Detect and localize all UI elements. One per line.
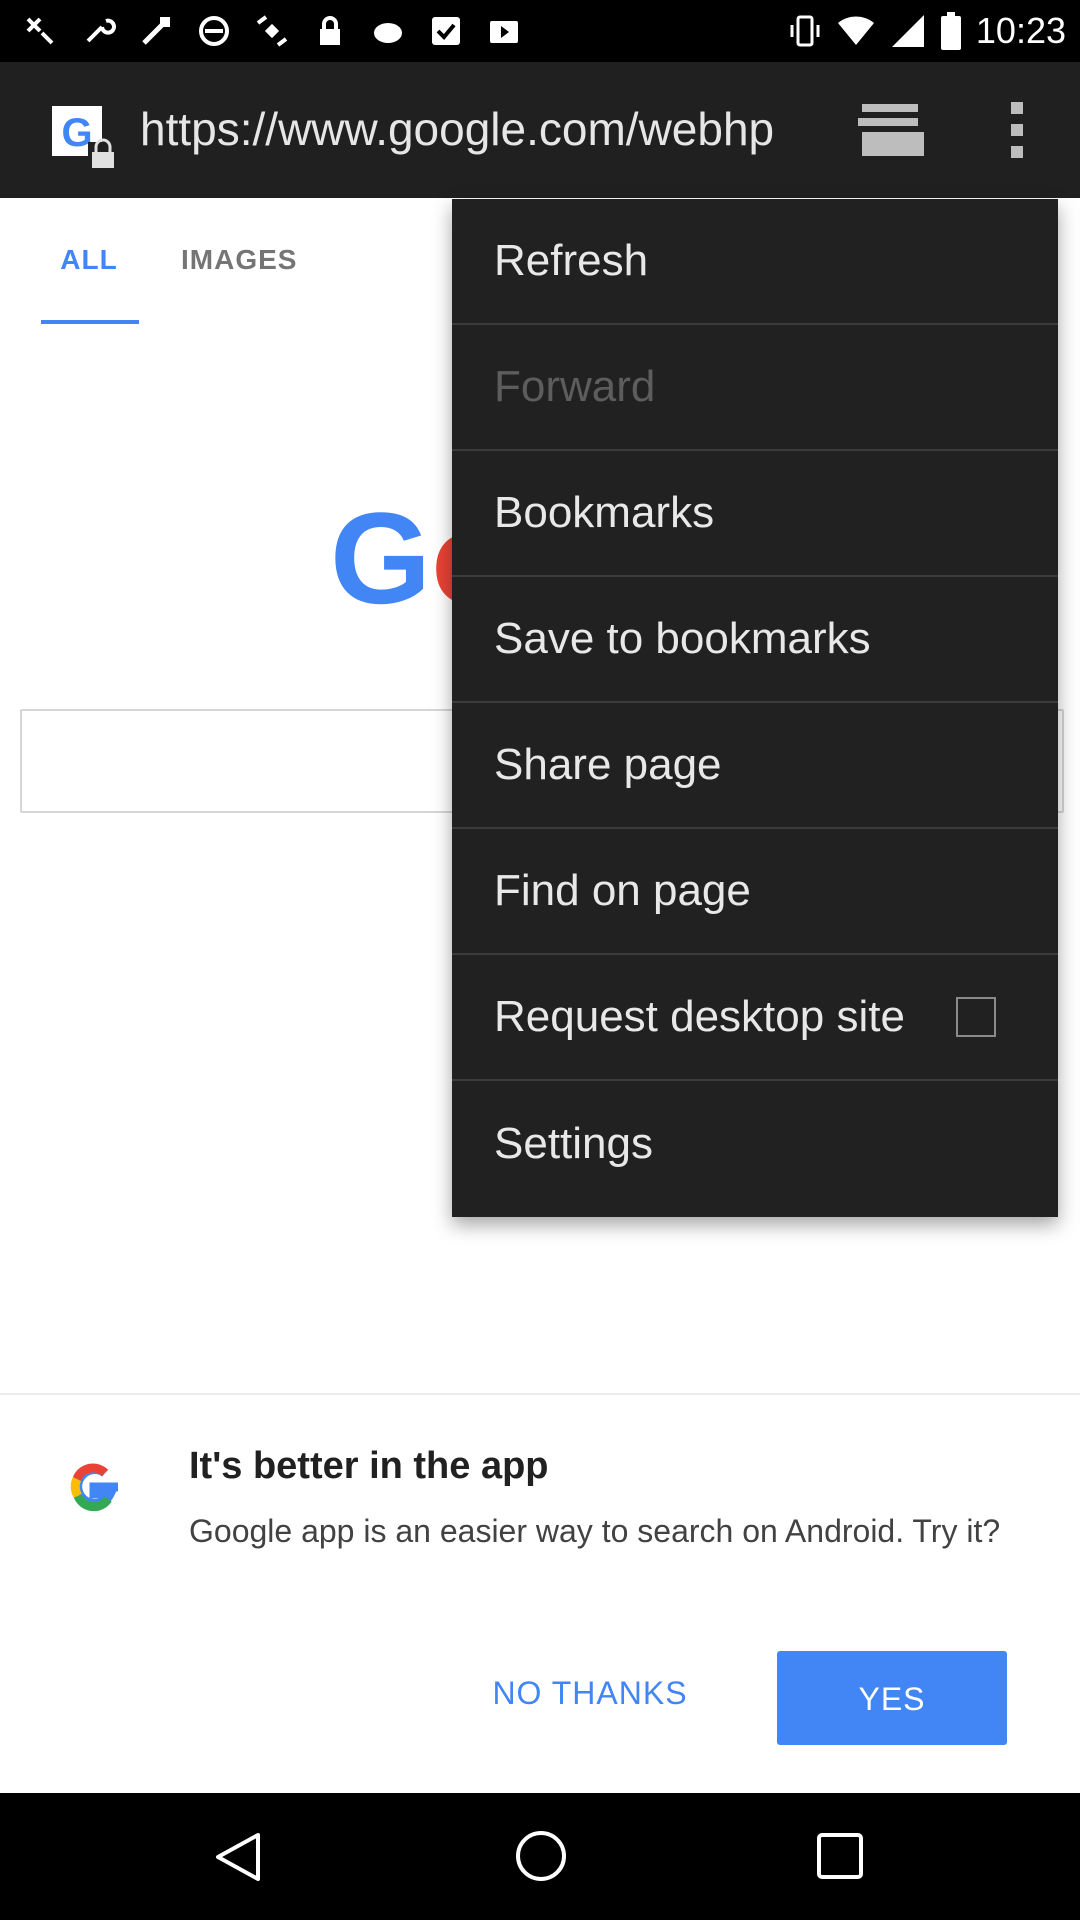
- menu-item-find-on-page[interactable]: Find on page: [452, 829, 1058, 955]
- menu-item-settings[interactable]: Settings: [452, 1081, 1058, 1207]
- back-icon[interactable]: [212, 1831, 264, 1883]
- menu-item-label: Settings: [494, 1119, 653, 1168]
- menu-item-label: Forward: [494, 362, 656, 411]
- yes-button[interactable]: YES: [777, 1651, 1007, 1745]
- vibrate-icon: [790, 15, 820, 47]
- menu-item-bookmarks[interactable]: Bookmarks: [452, 451, 1058, 577]
- url-field[interactable]: https://www.google.com/webhp: [140, 102, 805, 158]
- tabs-icon[interactable]: [856, 98, 926, 162]
- notification-icon: [26, 17, 54, 45]
- promo-title: It's better in the app: [189, 1445, 549, 1487]
- navigation-bar: [0, 1793, 1080, 1920]
- menu-item-label: Bookmarks: [494, 488, 715, 537]
- home-icon[interactable]: [514, 1829, 568, 1883]
- status-system-icons: 10:23: [788, 10, 1066, 52]
- status-time: 10:23: [975, 10, 1066, 51]
- menu-item-request-desktop-site[interactable]: Request desktop site: [452, 955, 1058, 1081]
- browser-toolbar: G https://www.google.com/webhp: [0, 62, 1080, 199]
- menu-item-save-to-bookmarks[interactable]: Save to bookmarks: [452, 577, 1058, 703]
- promo-body: Google app is an easier way to search on…: [189, 1513, 1001, 1549]
- wifi-icon: [837, 16, 874, 45]
- tab-images[interactable]: IMAGES: [181, 244, 297, 276]
- menu-item-label: Refresh: [494, 236, 649, 285]
- block-icon: [199, 16, 229, 46]
- menu-item-forward: Forward: [452, 325, 1058, 451]
- battery-icon: [940, 12, 961, 50]
- svg-text:G: G: [61, 111, 92, 155]
- site-security-icon[interactable]: G: [52, 106, 118, 170]
- request-desktop-site-checkbox[interactable]: [956, 997, 996, 1037]
- tools-icon: [142, 17, 170, 45]
- satellite-icon: [256, 15, 288, 47]
- cloud-icon: [374, 23, 402, 43]
- google-g-icon: [70, 1463, 118, 1512]
- wrench-icon: [86, 18, 116, 43]
- menu-item-refresh[interactable]: Refresh: [452, 199, 1058, 325]
- no-thanks-button[interactable]: NO THANKS: [470, 1645, 710, 1739]
- menu-item-label: Find on page: [494, 866, 751, 915]
- status-notification-icons: [22, 13, 522, 49]
- app-promo-sheet: It's better in the app Google app is an …: [0, 1393, 1080, 1795]
- menu-item-label: Share page: [494, 740, 722, 789]
- tab-all-indicator: [41, 320, 139, 324]
- menu-item-share-page[interactable]: Share page: [452, 703, 1058, 829]
- tab-all[interactable]: ALL: [40, 244, 138, 276]
- recents-icon[interactable]: [815, 1831, 865, 1881]
- check-box-icon: [432, 17, 460, 45]
- lock-icon: [320, 16, 340, 45]
- menu-item-label: Save to bookmarks: [494, 614, 871, 663]
- cell-signal-icon: [891, 15, 924, 47]
- status-bar: 10:23: [0, 0, 1080, 62]
- play-store-icon: [490, 21, 518, 43]
- overflow-menu: Refresh Forward Bookmarks Save to bookma…: [452, 199, 1058, 1217]
- menu-item-label: Request desktop site: [494, 992, 905, 1041]
- overflow-menu-icon[interactable]: [1000, 98, 1034, 162]
